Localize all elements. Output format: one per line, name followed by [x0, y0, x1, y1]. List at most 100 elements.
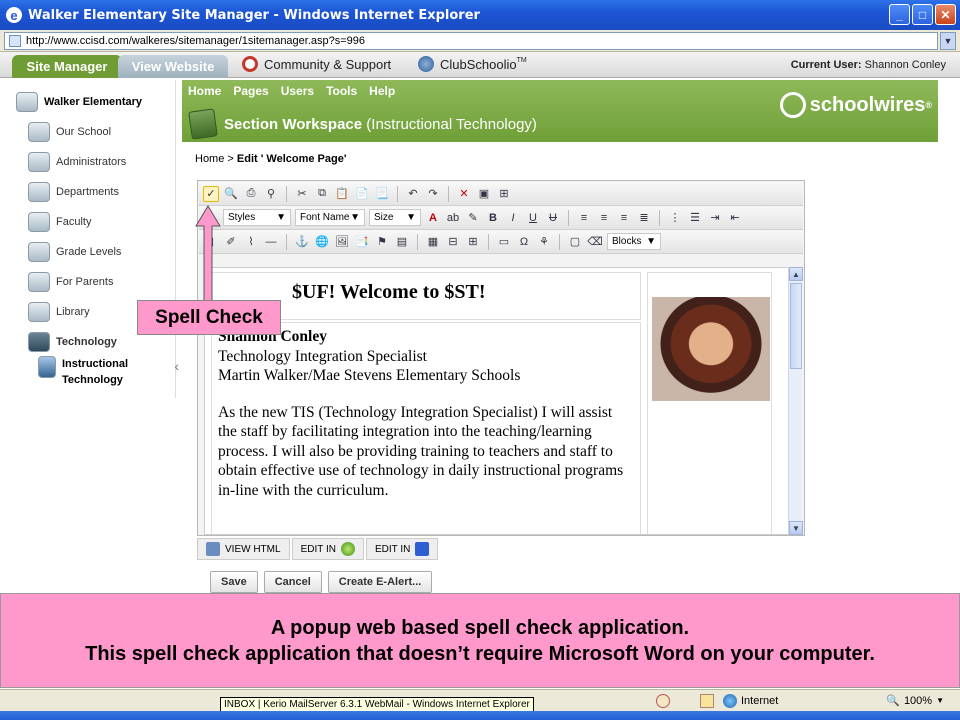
edit-image-icon[interactable]: ✐	[223, 234, 239, 250]
paste-icon[interactable]: 📋	[334, 186, 350, 202]
section-title-text: Section Workspace	[224, 116, 363, 133]
table-icon[interactable]: ▦	[425, 234, 441, 250]
align-left-icon[interactable]: ≡	[576, 210, 592, 226]
special-char-icon[interactable]: Ω	[516, 234, 532, 250]
sidebar-item-our-school[interactable]: Our School	[28, 122, 111, 142]
form-icon[interactable]: ▢	[567, 234, 583, 250]
eraser-icon[interactable]: ⌫	[587, 234, 603, 250]
edit-in-dreamweaver-button[interactable]: EDIT IN	[291, 538, 364, 560]
addon-icon[interactable]	[700, 694, 714, 708]
sidebar-item-grade-levels[interactable]: Grade Levels	[28, 242, 121, 262]
save-button[interactable]: Save	[210, 571, 258, 593]
sidebar-root-walker-elementary[interactable]: Walker Elementary	[16, 92, 142, 112]
editor-scrollbar[interactable]: ▲ ▼	[788, 267, 803, 535]
sidebar-item-library[interactable]: Library	[28, 302, 90, 322]
bio-cell[interactable]: Shannon Conley Technology Integration Sp…	[211, 322, 641, 534]
print-icon[interactable]: ⎙	[243, 186, 259, 202]
numbered-list-icon[interactable]: ⋮	[667, 210, 683, 226]
window-controls: _ □ ✕	[889, 4, 956, 25]
popup-blocker-icon[interactable]	[656, 694, 670, 708]
outdent-icon[interactable]: ⇤	[727, 210, 743, 226]
blocks-dropdown[interactable]: Blocks ▼	[607, 233, 661, 250]
flash-manager-icon[interactable]: ⚑	[374, 234, 390, 250]
url-text: http://www.ccisd.com/walkeres/sitemanage…	[26, 34, 366, 47]
sidebar-item-faculty[interactable]: Faculty	[28, 212, 91, 232]
styles-dropdown[interactable]: Styles ▼	[223, 209, 291, 226]
sidebar-item-instructional-technology[interactable]: Instructional Technology	[38, 356, 128, 388]
close-button[interactable]: ✕	[935, 4, 956, 25]
bullet-list-icon[interactable]: ☰	[687, 210, 703, 226]
bold-icon[interactable]: B	[485, 210, 501, 226]
sidebar-item-for-parents[interactable]: For Parents	[28, 272, 113, 292]
paste-text-icon[interactable]: 📄	[354, 186, 370, 202]
view-html-button[interactable]: VIEW HTML	[197, 538, 290, 560]
italic-icon[interactable]: I	[505, 210, 521, 226]
cancel-button[interactable]: Cancel	[263, 571, 322, 593]
security-zone[interactable]: Internet	[723, 694, 778, 708]
edit-in-label: EDIT IN	[300, 543, 336, 555]
photo-cell[interactable]	[647, 272, 772, 534]
media-manager-icon[interactable]: ▤	[394, 234, 410, 250]
minimize-button[interactable]: _	[889, 4, 910, 25]
image-manager-icon[interactable]: 🖼	[334, 234, 350, 250]
tab-view-website[interactable]: View Website	[118, 55, 228, 78]
table-properties-icon[interactable]: ⊞	[465, 234, 481, 250]
image-icon[interactable]: ▭	[496, 234, 512, 250]
menu-users[interactable]: Users	[281, 84, 314, 98]
document-manager-icon[interactable]: 📑	[354, 234, 370, 250]
editor-mode-bar: VIEW HTML EDIT IN EDIT IN	[197, 538, 439, 560]
strikethrough-icon[interactable]: U	[545, 210, 561, 226]
collapse-sidebar-icon[interactable]: ‹	[174, 358, 179, 374]
menu-pages[interactable]: Pages	[233, 84, 268, 98]
binoculars-icon[interactable]: ⚲	[263, 186, 279, 202]
address-dropdown-icon[interactable]: ▼	[940, 31, 956, 50]
menu-help[interactable]: Help	[369, 84, 395, 98]
undo-icon[interactable]: ↶	[405, 186, 421, 202]
paste-word-icon[interactable]: 📃	[374, 186, 390, 202]
hyperlink-icon[interactable]: 🌐	[314, 234, 330, 250]
attach-icon[interactable]: ⌇	[243, 234, 259, 250]
sidebar-item-departments[interactable]: Departments	[28, 182, 119, 202]
scroll-thumb[interactable]	[790, 283, 802, 369]
anchor-icon[interactable]: ⚓	[294, 234, 310, 250]
symbol-icon[interactable]: ⚘	[536, 234, 552, 250]
horizontal-rule-icon[interactable]: —	[263, 234, 279, 250]
find-icon[interactable]: 🔍	[223, 186, 239, 202]
pen-icon[interactable]: ✎	[465, 210, 481, 226]
align-center-icon[interactable]: ≡	[596, 210, 612, 226]
sidebar-item-label: Library	[56, 306, 90, 318]
create-e-alert-button[interactable]: Create E-Alert...	[327, 571, 433, 593]
delete-icon[interactable]: ✕	[456, 186, 472, 202]
sidebar-item-administrators[interactable]: Administrators	[28, 152, 126, 172]
sidebar-item-technology[interactable]: Technology	[28, 332, 117, 352]
redo-icon[interactable]: ↷	[425, 186, 441, 202]
size-dropdown[interactable]: Size ▼	[369, 209, 421, 226]
cut-icon[interactable]: ✂	[294, 186, 310, 202]
justify-icon[interactable]: ≣	[636, 210, 652, 226]
spell-check-button[interactable]: ✓	[203, 185, 219, 202]
table-wizard-icon[interactable]: ⊟	[445, 234, 461, 250]
font-name-dropdown[interactable]: Font Name ▼	[295, 209, 365, 226]
scroll-down-icon[interactable]: ▼	[789, 521, 803, 535]
bio-schools: Martin Walker/Mae Stevens Elementary Sch…	[218, 367, 521, 384]
menu-tools[interactable]: Tools	[326, 84, 357, 98]
indent-icon[interactable]: ⇥	[707, 210, 723, 226]
align-right-icon[interactable]: ≡	[616, 210, 632, 226]
edit-in-frontpage-button[interactable]: EDIT IN	[365, 538, 439, 560]
editor-content-area[interactable]: $UF! Welcome to $ST! Shannon Conley Tech…	[204, 267, 792, 535]
font-color-icon[interactable]: A	[425, 210, 441, 226]
maximize-button[interactable]: □	[912, 4, 933, 25]
underline-icon[interactable]: U	[525, 210, 541, 226]
breadcrumb-home[interactable]: Home	[195, 153, 224, 165]
community-support-link[interactable]: Community & Support	[242, 56, 391, 72]
scroll-up-icon[interactable]: ▲	[789, 267, 803, 281]
zoom-control[interactable]: 🔍 100% ▼	[886, 694, 944, 708]
copy-icon[interactable]: ⧉	[314, 186, 330, 202]
preview-icon[interactable]: ▣	[476, 186, 492, 202]
url-field[interactable]: http://www.ccisd.com/walkeres/sitemanage…	[4, 31, 938, 50]
clubschoolio-link[interactable]: ClubSchoolio TM	[418, 56, 527, 72]
menu-home[interactable]: Home	[188, 84, 221, 98]
tab-site-manager[interactable]: Site Manager	[12, 55, 122, 78]
highlight-icon[interactable]: ab	[445, 210, 461, 226]
template-icon[interactable]: ⊞	[496, 186, 512, 202]
